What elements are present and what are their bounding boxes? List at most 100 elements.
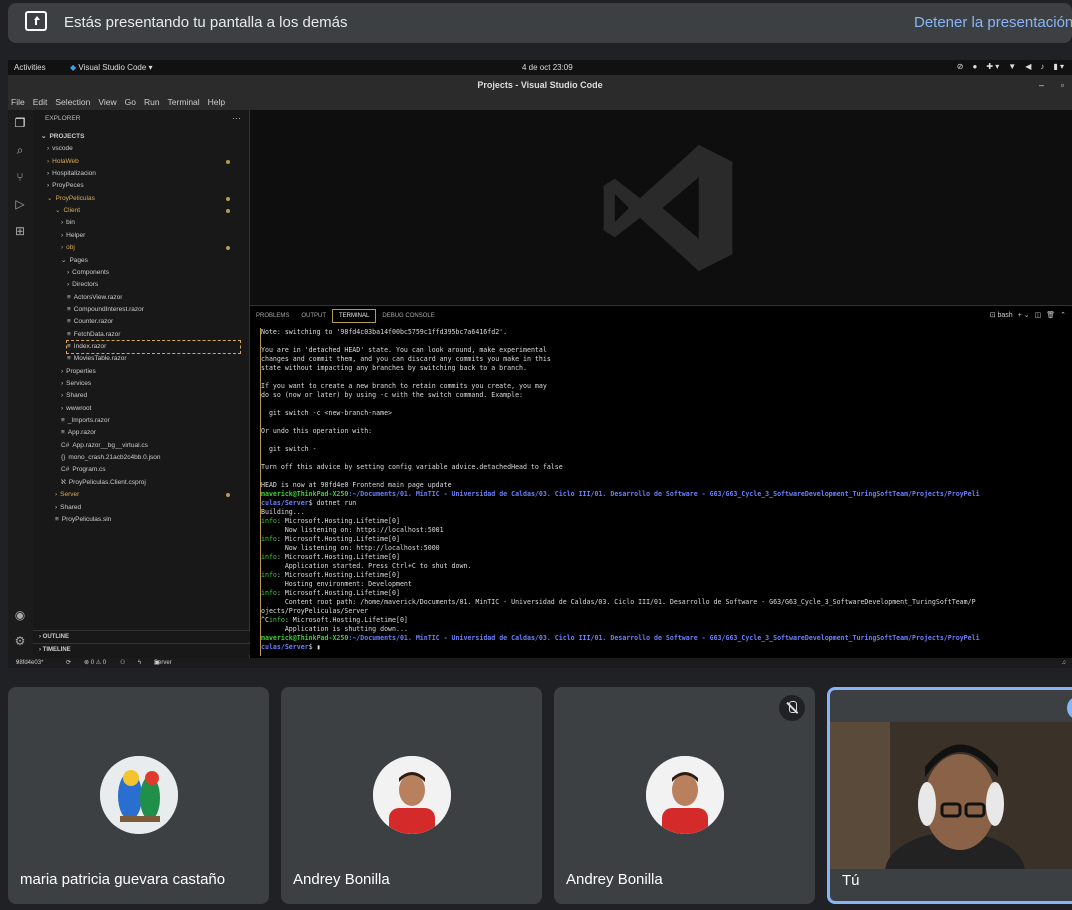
info-tag: info	[261, 517, 277, 525]
gear-icon[interactable]: ⚙	[13, 634, 27, 648]
extensions-icon[interactable]: ⊞	[13, 224, 27, 238]
tree-item[interactable]: › Shared	[61, 390, 240, 402]
tab-problems[interactable]: PROBLEMS	[250, 306, 295, 326]
explorer-icon[interactable]: ❐	[13, 116, 27, 130]
tree-item-label: Shared	[60, 503, 82, 511]
trash-icon[interactable]: 🗑	[1046, 311, 1055, 319]
tab-output[interactable]: OUTPUT	[295, 306, 332, 326]
tree-item[interactable]: › Shared	[55, 502, 240, 514]
run-debug-icon[interactable]: ▷	[13, 197, 27, 211]
present-screen-icon	[25, 11, 47, 31]
tree-item[interactable]: › Server	[55, 489, 240, 501]
mic-icon[interactable]: ♪	[1040, 62, 1044, 71]
lightning-icon[interactable]: ϟ	[138, 658, 141, 668]
tree-item[interactable]: ⌄ PROJECTS	[41, 131, 240, 143]
volume-icon[interactable]: ◀	[1025, 62, 1031, 71]
account-icon[interactable]: ◉	[13, 608, 27, 622]
tree-item[interactable]: › Helper	[61, 230, 240, 242]
tree-item[interactable]: › ProyPeces	[47, 180, 240, 192]
terminal-shell-selector[interactable]: ⊡ bash	[990, 311, 1013, 319]
source-control-icon[interactable]: ⑂	[13, 170, 27, 184]
minimize-button[interactable]: –	[1039, 75, 1044, 95]
tree-item[interactable]: ≡ MoviesTable.razor	[67, 353, 240, 365]
tree-item[interactable]: ≡ _Imports.razor	[61, 415, 240, 427]
new-terminal-icon[interactable]: + ⌄	[1018, 311, 1030, 319]
more-actions-icon[interactable]: ···	[232, 113, 241, 123]
tree-item-label: PROJECTS	[49, 133, 85, 140]
clock[interactable]: 4 de oct 23:09	[522, 63, 573, 72]
tree-item[interactable]: › Services	[61, 378, 240, 390]
vscode-logo-icon	[603, 145, 733, 271]
menu-go[interactable]: Go	[125, 95, 136, 110]
status-icon[interactable]: ⊘	[957, 62, 964, 71]
self-tile[interactable]: Tú	[827, 687, 1072, 904]
split-terminal-icon[interactable]: ◫	[1035, 311, 1042, 319]
maximize-button[interactable]: ▫	[1061, 75, 1064, 95]
tree-item[interactable]: ≡ Counter.razor	[67, 316, 240, 328]
tree-item[interactable]: ≡ App.razor	[61, 427, 240, 439]
problems-status[interactable]: ⊗ 0 ⚠ 0	[84, 658, 106, 668]
collapse-panel-icon[interactable]: ⌃	[1060, 311, 1066, 319]
tree-item-label: mono_crash.21acb2c4bb.0.json	[68, 454, 161, 462]
tree-item[interactable]: › vscode	[47, 143, 240, 155]
wifi-icon[interactable]: ▼	[1008, 62, 1016, 71]
sync-icon[interactable]: ⟳	[66, 658, 71, 668]
tree-item[interactable]: › Directors	[67, 279, 240, 291]
search-icon[interactable]: ⌕	[13, 143, 27, 157]
menu-file[interactable]: File	[11, 95, 25, 110]
tree-item[interactable]: ⌄ Client	[55, 205, 240, 217]
terminal-line: info: Microsoft.Hosting.Lifetime[0]	[261, 517, 1072, 526]
tree-item-label: bin	[66, 219, 75, 227]
tree-item[interactable]: ≡ CompoundInterest.razor	[67, 304, 240, 316]
menu-terminal[interactable]: Terminal	[168, 95, 200, 110]
modified-dot-icon	[226, 246, 230, 251]
tree-item[interactable]: C# Program.cs	[61, 464, 240, 476]
timeline-section[interactable]: › TIMELINE	[33, 643, 250, 655]
tree-item[interactable]: ≡ Index.razor	[66, 339, 241, 354]
tree-item[interactable]: ≡ ActorsView.razor	[67, 292, 240, 304]
tree-item[interactable]: ≡ FetchData.razor	[67, 329, 240, 341]
editor-area	[250, 110, 1072, 305]
tree-item[interactable]: ℵ ProyPeliculas.Client.csproj	[61, 477, 240, 489]
terminal-output[interactable]: Note: switching to '98fd4c03ba14f00bc575…	[260, 328, 1072, 656]
tree-item[interactable]: › Components	[67, 267, 240, 279]
tree-item[interactable]: C# App.razor__bg__virtual.cs	[61, 440, 240, 452]
extension-icon[interactable]: ●	[972, 62, 977, 71]
terminal-text: Now listening on: http://localhost:5000	[261, 544, 440, 552]
menu-run[interactable]: Run	[144, 95, 160, 110]
tree-item[interactable]: › bin	[61, 217, 240, 229]
activities-button[interactable]: Activities	[14, 63, 46, 72]
tab-debug-console[interactable]: DEBUG CONSOLE	[376, 306, 440, 326]
timeline-label: TIMELINE	[42, 647, 71, 653]
terminal-text: state without impacting any branches by …	[261, 364, 527, 372]
tree-item[interactable]: ≡ ProyPeliculas.sln	[55, 514, 240, 526]
menu-edit[interactable]: Edit	[33, 95, 48, 110]
plus-menu-icon[interactable]: ✚ ▾	[986, 62, 999, 71]
more-options-icon[interactable]	[1067, 696, 1072, 720]
person-icon[interactable]: ⚇	[120, 658, 125, 668]
tree-item-label: Components	[72, 268, 110, 276]
terminal-line: culas/Server$ ▮	[261, 643, 1072, 652]
menu-view[interactable]: View	[98, 95, 116, 110]
participant-tile[interactable]: Andrey Bonilla	[281, 687, 542, 904]
app-menu[interactable]: ◆ Visual Studio Code ▾	[70, 63, 153, 72]
notifications-icon[interactable]: ♫	[1062, 658, 1067, 668]
outline-section[interactable]: › OUTLINE	[33, 630, 250, 642]
tree-item[interactable]: › HolaWeb	[47, 156, 240, 168]
battery-icon[interactable]: ▮ ▾	[1053, 62, 1064, 71]
tree-item[interactable]: ⌄ ProyPeliculas	[47, 193, 240, 205]
tree-item[interactable]: {} mono_crash.21acb2c4bb.0.json	[61, 452, 240, 464]
tree-item[interactable]: ⌄ Pages	[61, 255, 240, 267]
tree-item[interactable]: › wwwroot	[61, 403, 240, 415]
tab-terminal[interactable]: TERMINAL	[332, 309, 377, 323]
tree-item[interactable]: › obj	[61, 242, 240, 254]
prompt-user: maverick@ThinkPad-X250	[261, 634, 349, 642]
tree-item[interactable]: › Hospitalizacion	[47, 168, 240, 180]
tree-item[interactable]: › Properties	[61, 366, 240, 378]
participant-tile[interactable]: Andrey Bonilla	[554, 687, 815, 904]
stop-presenting-button[interactable]: Detener la presentación	[914, 14, 1072, 31]
menu-selection[interactable]: Selection	[55, 95, 90, 110]
menu-help[interactable]: Help	[208, 95, 225, 110]
terminal-text: git switch -c <new-branch-name>	[261, 409, 393, 417]
participant-tile[interactable]: maria patricia guevara castaño	[8, 687, 269, 904]
